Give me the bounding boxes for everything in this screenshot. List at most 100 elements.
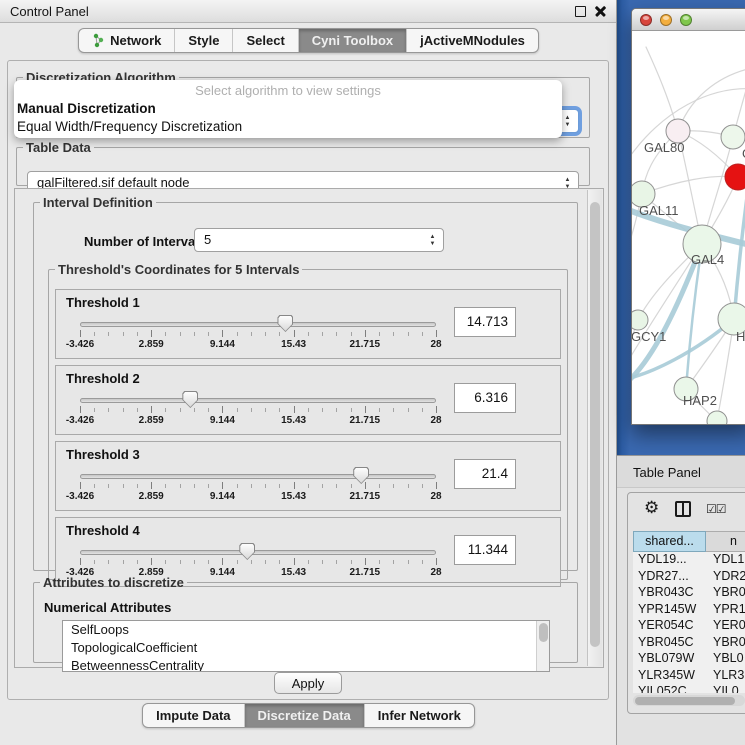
table-cell[interactable]: YLR345W — [633, 668, 706, 685]
scrollbar-thumb[interactable] — [635, 697, 735, 705]
network-node[interactable] — [725, 164, 745, 190]
table-cell[interactable]: YBL0 — [706, 651, 745, 668]
minimize-traffic-light[interactable] — [660, 14, 672, 26]
network-node[interactable] — [707, 411, 727, 424]
slider-tick — [379, 408, 380, 412]
threshold-1-slider[interactable]: -3.4262.8599.14415.4321.71528 — [80, 314, 436, 358]
close-icon[interactable] — [595, 6, 606, 17]
threshold-value-field[interactable]: 6.316 — [454, 383, 516, 413]
slider-track[interactable] — [80, 550, 436, 555]
slider-tick — [194, 332, 195, 336]
table-row[interactable]: YDL19...YDL1 — [633, 552, 745, 569]
stepper-arrows-icon[interactable]: ▲▼ — [561, 112, 574, 130]
slider-tick — [379, 560, 380, 564]
tab-label: Infer Network — [378, 708, 461, 723]
table-cell[interactable]: YDL19... — [633, 552, 706, 569]
close-traffic-light[interactable] — [640, 14, 652, 26]
dropdown-option-manual-discretization[interactable]: Manual Discretization — [14, 100, 562, 118]
slider-tick — [308, 408, 309, 412]
apply-button[interactable]: Apply — [274, 672, 342, 694]
slider-tick — [137, 408, 138, 412]
table-horizontal-scrollbar[interactable] — [633, 695, 745, 706]
scrollbar-thumb[interactable] — [539, 623, 548, 642]
table-cell[interactable]: YBR0 — [706, 585, 745, 602]
attribute-list-item[interactable]: BetweennessCentrality — [63, 657, 549, 672]
zoom-traffic-light[interactable] — [680, 14, 692, 26]
table-row[interactable]: YBR045CYBR0 — [633, 635, 745, 652]
network-graph-canvas[interactable]: GAL80GACGAL11GAL4GCY1HHAP2 — [632, 31, 745, 424]
top-tab-group: Network Style Select Cyni Toolbox jActiv… — [78, 28, 539, 53]
tick-label: 28 — [430, 415, 441, 426]
tab-jactivemnodules[interactable]: jActiveMNodules — [406, 29, 538, 52]
table-cell[interactable]: YER054C — [633, 618, 706, 635]
table-cell[interactable]: YBL079W — [633, 651, 706, 668]
table-cell[interactable]: YIL0 — [706, 684, 745, 693]
threshold-value-field[interactable]: 11.344 — [454, 535, 516, 565]
column-layout-icon[interactable] — [675, 501, 691, 517]
tab-impute-data[interactable]: Impute Data — [143, 704, 243, 727]
float-window-icon[interactable] — [575, 6, 586, 17]
network-node[interactable] — [632, 310, 648, 330]
column-header-shared-name[interactable]: shared... — [633, 531, 706, 552]
tab-cyni-toolbox[interactable]: Cyni Toolbox — [298, 29, 406, 52]
network-edge[interactable] — [678, 67, 745, 131]
table-cell[interactable]: YBR0 — [706, 635, 745, 652]
slider-tick — [165, 560, 166, 564]
table-row[interactable]: YIL052CYIL0 — [633, 684, 745, 693]
slider-tick — [237, 560, 238, 564]
table-cell[interactable]: YLR3 — [706, 668, 745, 685]
tick-label: 15.43 — [281, 491, 306, 502]
dropdown-option-equal-width-frequency[interactable]: Equal Width/Frequency Discretization — [14, 118, 562, 136]
table-cell[interactable]: YBR045C — [633, 635, 706, 652]
threshold-value-field[interactable]: 14.713 — [454, 307, 516, 337]
numerical-attributes-list[interactable]: SelfLoopsTopologicalCoefficientBetweenne… — [62, 620, 550, 672]
table-cell[interactable]: YDL1 — [706, 552, 745, 569]
column-header-name[interactable]: n — [706, 531, 745, 552]
threshold-2-slider[interactable]: -3.4262.8599.14415.4321.71528 — [80, 390, 436, 434]
slider-tick — [108, 408, 109, 412]
network-window-titlebar[interactable] — [632, 9, 745, 31]
slider-tick — [108, 332, 109, 336]
threshold-value-field[interactable]: 21.4 — [454, 459, 516, 489]
table-row[interactable]: YBR043CYBR0 — [633, 585, 745, 602]
table-cell[interactable]: YDR27... — [633, 569, 706, 586]
table-cell[interactable]: YPR1 — [706, 602, 745, 619]
table-row[interactable]: YLR345WYLR3 — [633, 668, 745, 685]
threshold-3-slider[interactable]: -3.4262.8599.14415.4321.71528 — [80, 466, 436, 510]
table-cell[interactable]: YIL052C — [633, 684, 706, 693]
number-of-intervals-combobox[interactable]: 5 ▲▼ — [194, 228, 444, 252]
attribute-list-item[interactable]: TopologicalCoefficient — [63, 639, 549, 657]
scrollbar-thumb[interactable] — [590, 202, 600, 647]
table-row[interactable]: YBL079WYBL0 — [633, 651, 745, 668]
table-row[interactable]: YDR27...YDR2 — [633, 569, 745, 586]
slider-tick — [336, 560, 337, 564]
stepper-arrows-icon[interactable]: ▲▼ — [426, 231, 439, 249]
tab-network[interactable]: Network — [79, 29, 174, 52]
group-table-data: Table Data galFiltered.sif default node … — [16, 140, 590, 186]
network-edge[interactable] — [646, 47, 678, 131]
list-vertical-scrollbar[interactable] — [536, 621, 549, 671]
table-cell[interactable]: YER0 — [706, 618, 745, 635]
slider-tick — [123, 332, 124, 336]
tab-discretize-data[interactable]: Discretize Data — [244, 704, 364, 727]
select-columns-icon[interactable]: ☑☑ — [706, 502, 726, 516]
slider-tick — [308, 484, 309, 488]
gear-icon[interactable]: ⚙ — [644, 498, 659, 518]
network-edge[interactable] — [632, 319, 734, 379]
slider-track[interactable] — [80, 474, 436, 479]
table-cell[interactable]: YPR145W — [633, 602, 706, 619]
table-row[interactable]: YPR145WYPR1 — [633, 602, 745, 619]
group-title: Interval Definition — [40, 195, 156, 210]
tab-select[interactable]: Select — [232, 29, 297, 52]
tab-style[interactable]: Style — [174, 29, 232, 52]
slider-tick — [336, 408, 337, 412]
slider-track[interactable] — [80, 398, 436, 403]
settings-vertical-scrollbar[interactable] — [587, 190, 602, 666]
table-row[interactable]: YER054CYER0 — [633, 618, 745, 635]
slider-track[interactable] — [80, 322, 436, 327]
slider-tick — [137, 484, 138, 488]
table-cell[interactable]: YBR043C — [633, 585, 706, 602]
tab-infer-network[interactable]: Infer Network — [364, 704, 474, 727]
attribute-list-item[interactable]: SelfLoops — [63, 621, 549, 639]
table-cell[interactable]: YDR2 — [706, 569, 745, 586]
